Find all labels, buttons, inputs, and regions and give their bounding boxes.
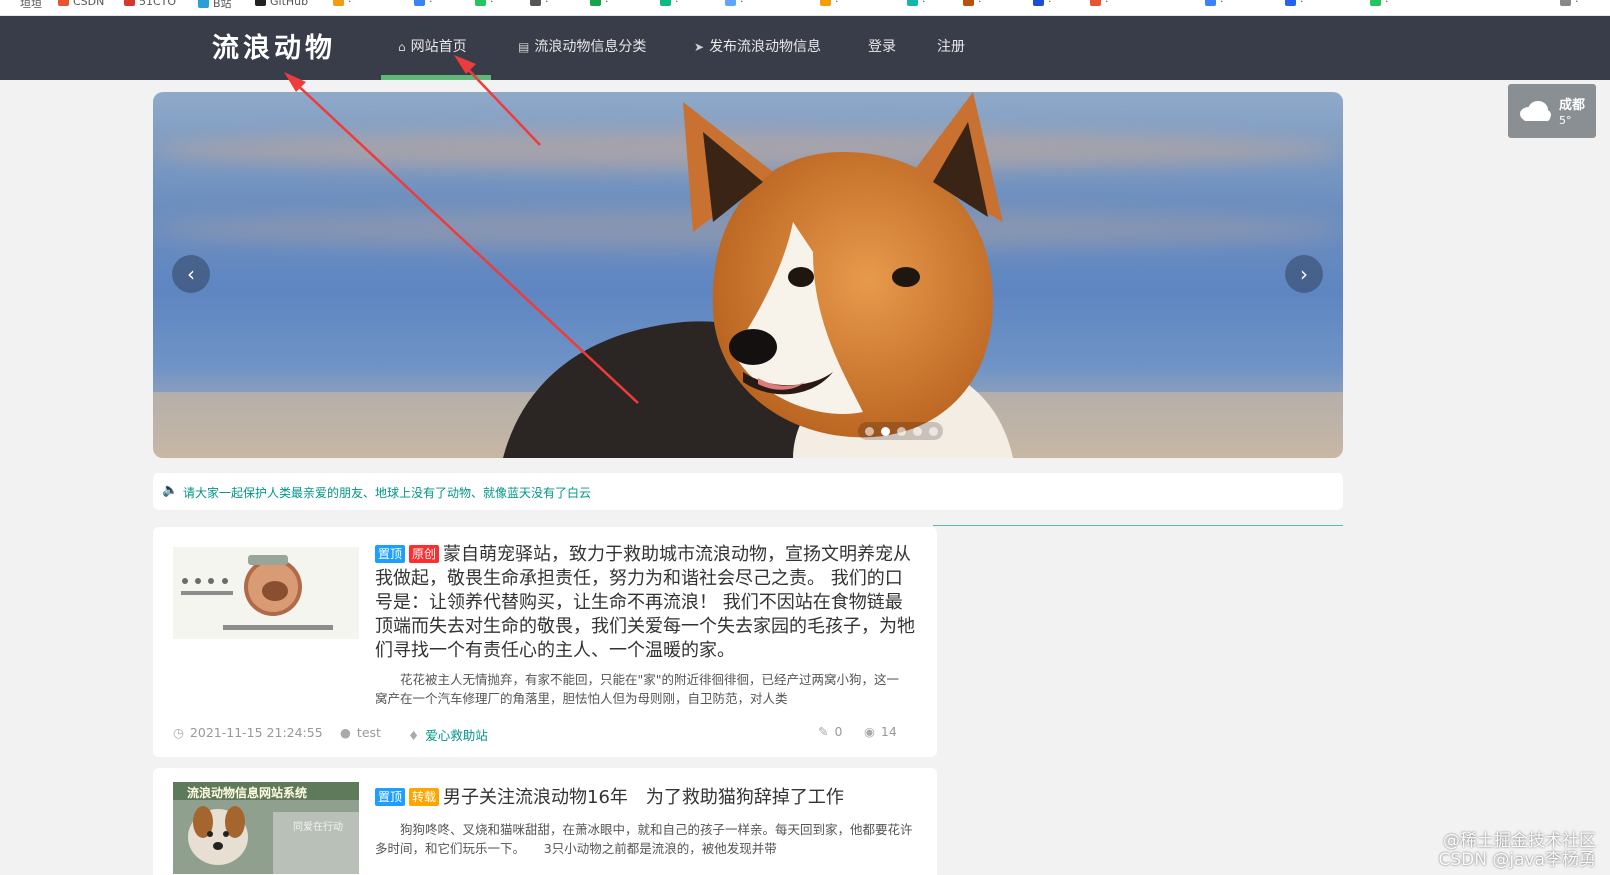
- annotation-arrow: [291, 79, 639, 404]
- annotation-arrows: [284, 55, 639, 404]
- watermark-line: CSDN @java李杨勇: [1438, 850, 1597, 870]
- watermark-line: @稀土掘金技术社区: [1443, 831, 1596, 851]
- watermark: @稀土掘金技术社区 CSDN @java李杨勇: [1439, 832, 1597, 870]
- annotation-arrow: [461, 62, 541, 146]
- arrow-head-icon: [454, 55, 476, 74]
